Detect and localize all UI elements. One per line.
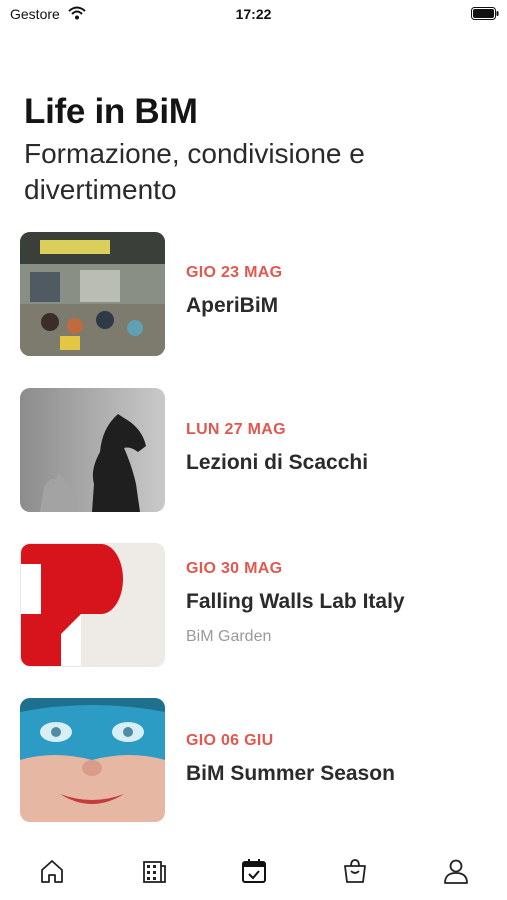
event-title: Falling Walls Lab Italy xyxy=(186,590,405,613)
tab-bar xyxy=(0,848,507,900)
event-thumbnail xyxy=(20,232,165,356)
status-bar: Gestore 17:22 xyxy=(0,0,507,30)
event-thumbnail xyxy=(20,543,165,667)
event-thumbnail xyxy=(20,698,165,822)
battery-icon xyxy=(471,7,499,20)
event-date: LUN 27 MAG xyxy=(186,421,286,438)
event-date: GIO 23 MAG xyxy=(186,264,283,281)
event-card-scacchi[interactable]: LUN 27 MAG Lezioni di Scacchi xyxy=(20,388,490,512)
event-card-summer-season[interactable]: GIO 06 GIU BiM Summer Season xyxy=(20,698,490,822)
profile-icon[interactable] xyxy=(441,856,471,886)
clock: 17:22 xyxy=(235,6,272,22)
building-icon[interactable] xyxy=(138,856,168,886)
event-thumbnail xyxy=(20,388,165,512)
page-title: Life in BiM xyxy=(24,92,198,131)
shopping-bag-icon[interactable] xyxy=(340,856,370,886)
event-location: BiM Garden xyxy=(186,628,272,645)
page-header: Life in BiM Formazione, condivisione e d… xyxy=(24,92,484,208)
home-icon[interactable] xyxy=(37,856,67,886)
calendar-icon[interactable] xyxy=(239,856,269,886)
event-card-falling-walls[interactable]: GIO 30 MAG Falling Walls Lab Italy BiM G… xyxy=(20,543,490,667)
event-title: AperiBiM xyxy=(186,294,279,317)
event-title: BiM Summer Season xyxy=(186,762,395,785)
event-date: GIO 30 MAG xyxy=(186,560,283,577)
event-date: GIO 06 GIU xyxy=(186,732,274,749)
page-subtitle: Formazione, condivisione e divertimento xyxy=(24,138,365,205)
event-card-aperibim[interactable]: GIO 23 MAG AperiBiM xyxy=(20,232,490,356)
event-title: Lezioni di Scacchi xyxy=(186,451,369,474)
